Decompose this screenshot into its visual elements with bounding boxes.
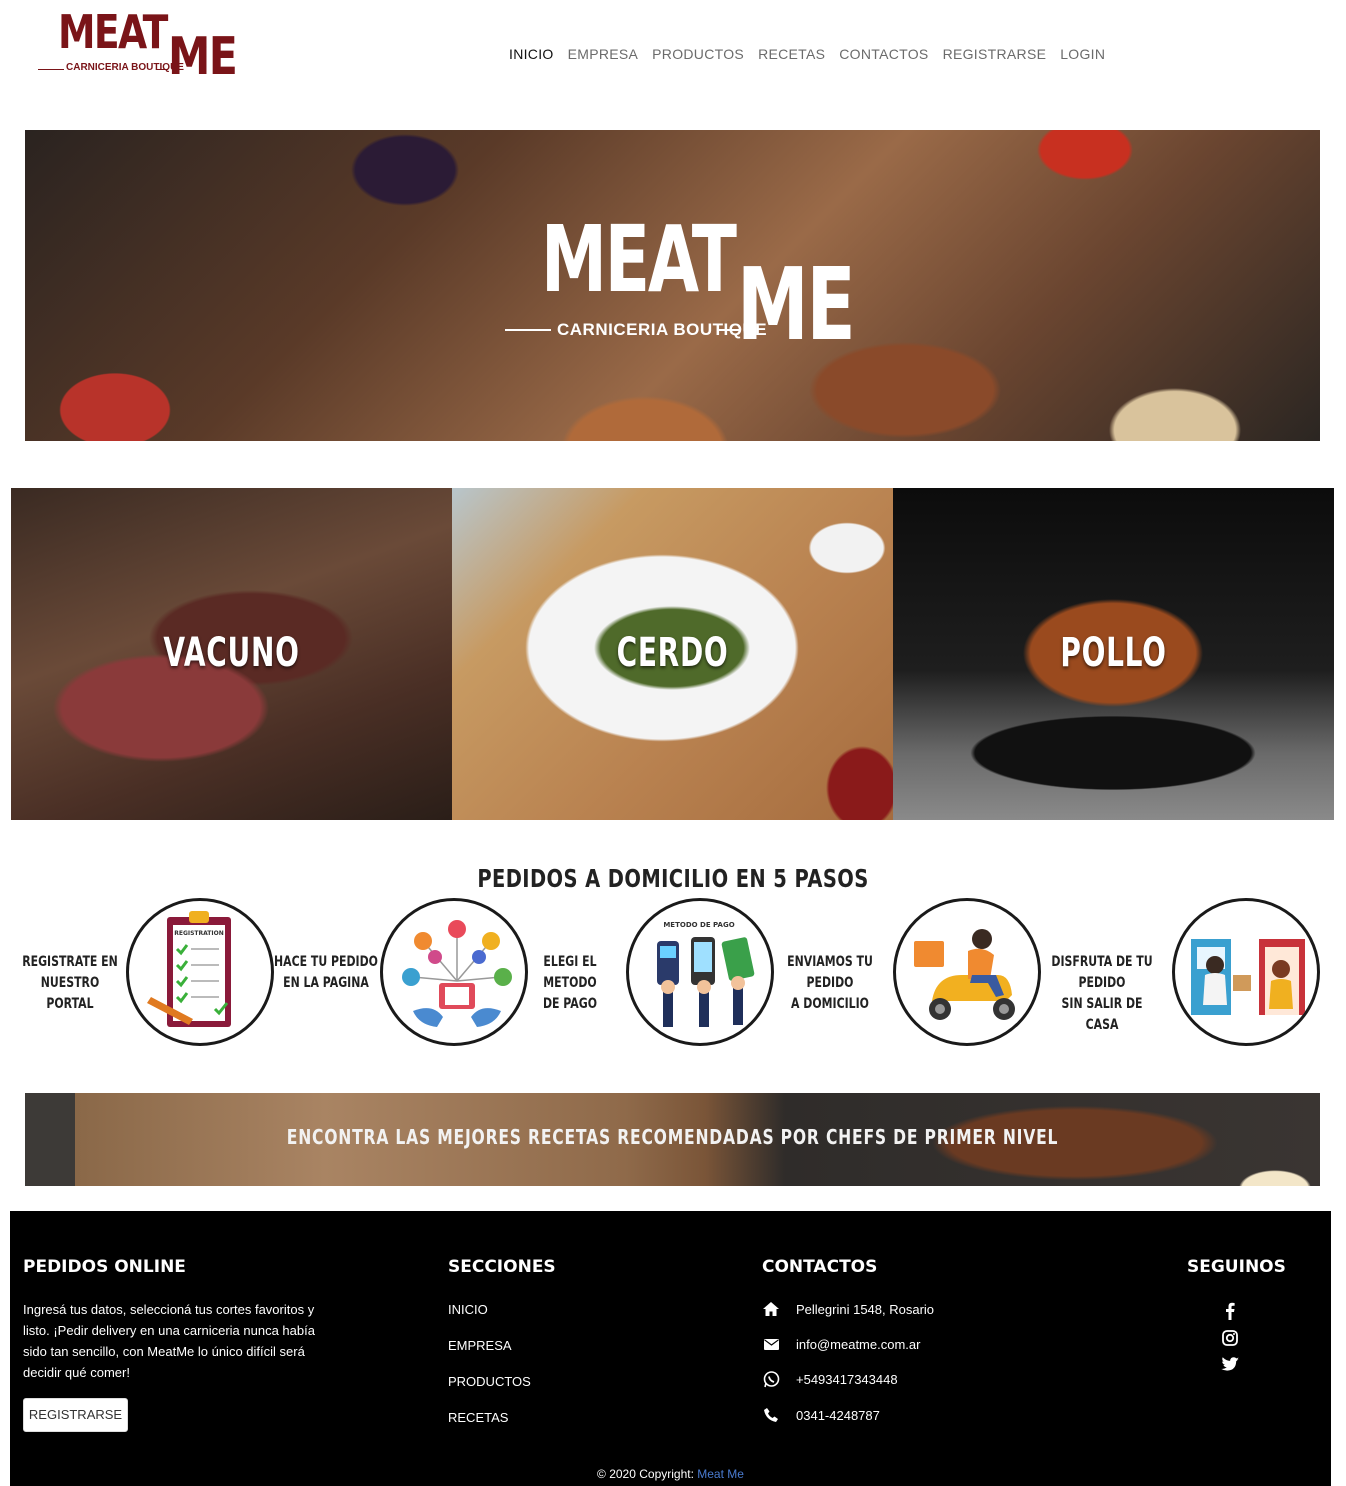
- instagram-icon[interactable]: [1220, 1330, 1240, 1351]
- home-delivery-icon: [1172, 898, 1320, 1046]
- recipes-banner-text: ENCONTRA LAS MEJORES RECETAS RECOMENDADA…: [286, 1125, 1059, 1149]
- payment-method-caption: METODO DE PAGO: [663, 921, 734, 929]
- payment-method-icon: METODO DE PAGO: [626, 898, 774, 1046]
- clipboard-registration-icon: REGISTRATION: [126, 898, 274, 1046]
- contact-address: Pellegrini 1548, Rosario: [762, 1301, 934, 1317]
- footer-heading-seguinos: SEGUINOS: [1187, 1257, 1286, 1277]
- nav-empresa[interactable]: EMPRESA: [568, 46, 639, 62]
- logo-word-meat: MEAT: [58, 5, 168, 59]
- category-card-vacuno[interactable]: VACUNO: [11, 488, 452, 820]
- step-text-line: NUESTRO PORTAL: [40, 975, 100, 1012]
- whatsapp-icon: [762, 1370, 780, 1387]
- footer-heading-secciones: SECCIONES: [448, 1257, 556, 1277]
- contact-whatsapp[interactable]: +5493417343448: [762, 1370, 898, 1387]
- contact-address-text: Pellegrini 1548, Rosario: [796, 1301, 935, 1317]
- envelope-icon: [762, 1336, 780, 1352]
- logo-rule-left: [38, 69, 64, 70]
- hero-logo-word-me: ME: [737, 246, 856, 363]
- hero-banner: MEAT ME CARNICERIA BOUTIQUE: [25, 130, 1320, 441]
- contact-phone-text: 0341-4248787: [796, 1407, 880, 1423]
- category-label: POLLO: [1060, 630, 1167, 676]
- twitter-icon[interactable]: [1220, 1357, 1240, 1377]
- copyright-brand-link[interactable]: Meat Me: [697, 1467, 744, 1481]
- category-label: VACUNO: [163, 630, 300, 676]
- step-2-text: HACE TU PEDIDO EN LA PAGINA: [271, 952, 380, 994]
- facebook-icon[interactable]: [1220, 1302, 1240, 1325]
- category-label: CERDO: [616, 630, 729, 676]
- online-order-icon: [380, 898, 528, 1046]
- step-text-line: ELEGI EL METODO: [543, 954, 597, 991]
- step-text-line: DE PAGO: [542, 996, 598, 1012]
- step-4-text: ENVIAMOS TU PEDIDO A DOMICILIO: [775, 952, 884, 1015]
- nav-login[interactable]: LOGIN: [1060, 46, 1105, 62]
- step-text-line: DISFRUTA DE TU PEDIDO: [1051, 954, 1153, 991]
- footer-link-empresa[interactable]: EMPRESA: [448, 1338, 512, 1353]
- footer-heading-pedidos: PEDIDOS ONLINE: [23, 1257, 186, 1277]
- step-1-text: REGISTRATE EN NUESTRO PORTAL: [15, 952, 124, 1015]
- nav-inicio[interactable]: INICIO: [509, 46, 554, 62]
- step-text-line: REGISTRATE EN: [22, 954, 118, 970]
- step-5-text: DISFRUTA DE TU PEDIDO SIN SALIR DE CASA: [1047, 952, 1156, 1036]
- step-text-line: ENVIAMOS TU PEDIDO: [787, 954, 873, 991]
- footer-heading-contactos: CONTACTOS: [762, 1257, 878, 1277]
- site-footer: PEDIDOS ONLINE Ingresá tus datos, selecc…: [10, 1211, 1331, 1486]
- nav-recetas[interactable]: RECETAS: [758, 46, 825, 62]
- footer-link-productos[interactable]: PRODUCTOS: [448, 1374, 531, 1389]
- copyright-text: © 2020 Copyright:: [597, 1467, 698, 1481]
- footer-link-inicio[interactable]: INICIO: [448, 1302, 488, 1317]
- step-text-line: A DOMICILIO: [791, 996, 869, 1012]
- home-icon: [762, 1301, 780, 1317]
- clipboard-caption: REGISTRATION: [174, 930, 224, 937]
- step-3-text: ELEGI EL METODO DE PAGO: [515, 952, 624, 1015]
- steps-title: PEDIDOS A DOMICILIO EN 5 PASOS: [477, 864, 869, 893]
- category-card-cerdo[interactable]: CERDO: [452, 488, 893, 820]
- nav-contactos[interactable]: CONTACTOS: [839, 46, 928, 62]
- recipes-banner[interactable]: ENCONTRA LAS MEJORES RECETAS RECOMENDADA…: [25, 1093, 1320, 1186]
- nav-registrarse[interactable]: REGISTRARSE: [943, 46, 1047, 62]
- step-text-line: EN LA PAGINA: [283, 975, 369, 991]
- delivery-scooter-icon: [893, 898, 1041, 1046]
- step-text-line: HACE TU PEDIDO: [274, 954, 378, 970]
- logo-rule-right: [156, 69, 168, 70]
- category-card-pollo[interactable]: POLLO: [893, 488, 1334, 820]
- logo-word-me: ME: [168, 27, 238, 87]
- step-text-line: SIN SALIR DE CASA: [1061, 996, 1143, 1033]
- footer-pedidos-text: Ingresá tus datos, seleccioná tus cortes…: [23, 1302, 315, 1380]
- site-logo[interactable]: MEAT ME CARNICERIA BOUTIQUE: [38, 6, 238, 86]
- footer-copyright: © 2020 Copyright: Meat Me: [10, 1467, 1331, 1481]
- footer-register-button[interactable]: REGISTRARSE: [23, 1398, 128, 1432]
- contact-email[interactable]: info@meatme.com.ar: [762, 1336, 920, 1352]
- hero-logo: MEAT ME CARNICERIA BOUTIQUE: [505, 206, 856, 390]
- hero-logo-rule-left: [505, 329, 551, 331]
- nav-productos[interactable]: PRODUCTOS: [652, 46, 744, 62]
- main-nav: INICIO EMPRESA PRODUCTOS RECETAS CONTACT…: [509, 46, 1105, 62]
- contact-phone[interactable]: 0341-4248787: [762, 1407, 880, 1423]
- hero-logo-word-meat: MEAT: [541, 206, 737, 313]
- contact-whatsapp-text: +5493417343448: [796, 1371, 898, 1387]
- phone-icon: [762, 1407, 780, 1423]
- contact-email-text: info@meatme.com.ar: [796, 1336, 921, 1352]
- hero-logo-rule-right: [719, 329, 741, 331]
- logo-tagline: CARNICERIA BOUTIQUE: [66, 62, 184, 73]
- footer-link-recetas[interactable]: RECETAS: [448, 1410, 508, 1425]
